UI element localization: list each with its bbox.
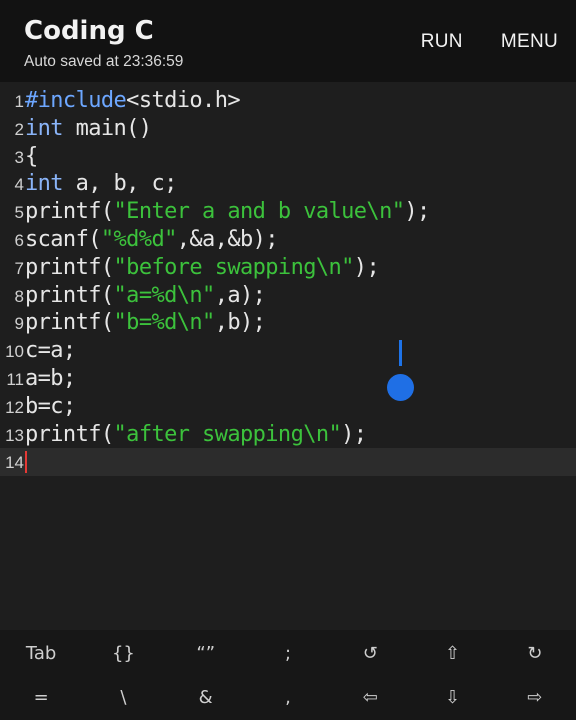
line-number: 13 <box>5 425 24 445</box>
code-line[interactable]: 8 printf("a=%d\n",a); <box>0 282 576 310</box>
code-line[interactable]: 3{ <box>0 143 576 171</box>
string-token: "before swapping\n" <box>113 254 355 280</box>
code-line[interactable]: 10 c=a; <box>0 337 576 365</box>
code-token: printf( <box>25 282 114 308</box>
code-token: ); <box>353 254 380 280</box>
line-code: scanf("%d%d",&a,&b); <box>25 227 279 252</box>
code-line[interactable]: 11 a=b; <box>0 365 576 393</box>
code-token: main() <box>62 115 152 141</box>
line-number: 14 <box>5 453 24 473</box>
line-code: printf("after swapping\n"); <box>25 421 367 447</box>
line-number: 11 <box>6 370 24 389</box>
string-token: "%d%d" <box>100 227 177 252</box>
line-code: printf("a=%d\n",a); <box>25 282 266 308</box>
code-line[interactable]: 14 <box>0 448 576 477</box>
code-token: printf( <box>25 254 114 280</box>
app-bar: Coding C Auto saved at 23:36:59 RUN MENU <box>0 0 576 82</box>
line-number: 12 <box>5 397 24 417</box>
code-line[interactable]: 4 int a, b, c; <box>0 170 576 198</box>
line-number: 5 <box>14 203 24 223</box>
code-line[interactable]: 6 scanf("%d%d",&a,&b); <box>0 226 576 254</box>
code-editor[interactable]: 1 #include<stdio.h> 2 int main() 3{4 int a, b… <box>0 82 576 630</box>
code-line[interactable]: 12 b=c; <box>0 393 576 421</box>
arrow-right-icon[interactable]: ⇨ <box>494 676 576 720</box>
code-token: c=a; <box>25 338 76 364</box>
ampersand-key[interactable]: & <box>165 676 247 720</box>
app-bar-actions: RUN MENU <box>421 31 558 53</box>
code-token: printf( <box>25 310 114 336</box>
code-token: b=c; <box>25 393 76 419</box>
line-number: 8 <box>14 286 24 306</box>
arrow-left-icon[interactable]: ⇦ <box>329 676 411 720</box>
line-number: 7 <box>14 258 24 278</box>
code-line[interactable]: 2 int main() <box>0 115 576 143</box>
code-line[interactable]: 5 printf("Enter a and b value\n"); <box>0 198 576 226</box>
line-number: 1 <box>14 92 24 111</box>
arrow-down-icon[interactable]: ⇩ <box>411 676 493 720</box>
code-token: scanf( <box>25 227 101 252</box>
line-number: 3 <box>14 147 24 167</box>
arrow-up-icon[interactable]: ⇧ <box>411 632 493 676</box>
line-number: 2 <box>14 119 24 139</box>
line-code: int main() <box>25 115 152 141</box>
code-line[interactable]: 9 printf("b=%d\n",b); <box>0 309 576 337</box>
extra-keys-row-1: Tab{} “”; ↺ ⇧ ↻ <box>0 632 576 676</box>
code-token: ,a); <box>214 282 266 308</box>
line-number: 6 <box>14 231 24 250</box>
extra-keys-row-2: = \ &, ⇦ ⇩ ⇨ <box>0 676 576 720</box>
redo-icon[interactable]: ↻ <box>494 632 576 676</box>
string-token: "a=%d\n" <box>113 282 216 308</box>
extra-keys-bar: Tab{} “”; ↺ ⇧ ↻ = \ &, ⇦ ⇩ ⇨ <box>0 630 576 720</box>
line-code: int a, b, c; <box>25 171 177 196</box>
code-token: ,b); <box>214 310 266 336</box>
text-cursor <box>25 451 27 474</box>
code-token: <stdio.h> <box>126 88 240 113</box>
line-code: c=a; <box>25 338 76 363</box>
line-code: a=b; <box>25 366 76 391</box>
run-button[interactable]: RUN <box>421 31 463 53</box>
autosave-status: Auto saved at 23:36:59 <box>24 53 184 70</box>
undo-icon[interactable]: ↺ <box>329 632 411 676</box>
line-code: #include<stdio.h> <box>25 88 241 113</box>
line-code: b=c; <box>25 394 76 419</box>
code-line[interactable]: 13 printf("after swapping\n"); <box>0 421 576 449</box>
selection-handle-stem <box>399 340 402 366</box>
semicolon-key[interactable]: ; <box>247 632 329 676</box>
string-token: "b=%d\n" <box>113 310 216 336</box>
equals-key[interactable]: = <box>0 676 82 720</box>
code-token: a=b; <box>25 366 76 391</box>
line-number: 9 <box>14 314 24 334</box>
line-code: printf("before swapping\n"); <box>25 254 380 280</box>
tab-key[interactable]: Tab <box>0 632 82 676</box>
line-code: { <box>25 144 38 169</box>
code-token: { <box>25 143 38 169</box>
string-token: "after swapping\n" <box>113 421 342 447</box>
keyword-token: int <box>25 171 64 197</box>
code-token: ); <box>341 421 367 447</box>
comma-key[interactable]: , <box>247 676 329 720</box>
backslash-key[interactable]: \ <box>82 676 164 720</box>
code-token: printf( <box>25 199 114 225</box>
line-number: 10 <box>5 342 24 362</box>
selection-handle[interactable] <box>387 374 414 401</box>
app-title: Coding C <box>24 16 154 46</box>
line-code: printf("b=%d\n",b); <box>25 310 266 336</box>
code-token: ,&a,&b); <box>176 227 279 252</box>
code-token: a, b, c; <box>62 171 178 197</box>
keyword-token: #include <box>25 88 127 113</box>
line-code: printf("Enter a and b value\n"); <box>25 199 430 224</box>
code-token: printf( <box>25 421 114 447</box>
quotes-key[interactable]: “” <box>165 632 247 676</box>
string-token: "Enter a and b value\n" <box>113 199 405 225</box>
code-line[interactable]: 7 printf("before swapping\n"); <box>0 254 576 282</box>
code-token: ); <box>404 199 430 225</box>
code-line[interactable]: 1 #include<stdio.h> <box>0 87 576 115</box>
line-number: 4 <box>14 175 24 195</box>
braces-key[interactable]: {} <box>82 632 164 676</box>
keyword-token: int <box>25 115 64 141</box>
menu-button[interactable]: MENU <box>501 31 558 53</box>
